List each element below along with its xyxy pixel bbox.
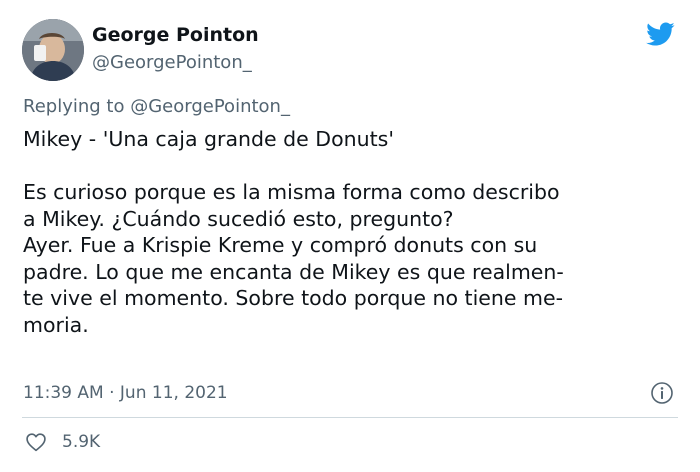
tweet-text-line: te vive el momento. Sobre todo porque no…	[23, 286, 563, 310]
tweet-text-line: Mikey - 'Una caja grande de Donuts'	[23, 127, 394, 151]
info-icon[interactable]	[650, 381, 674, 405]
avatar[interactable]	[22, 19, 84, 81]
tweet-text-line: Es curioso porque es la misma forma como…	[23, 180, 560, 204]
tweet-date: Jun 11, 2021	[119, 383, 228, 403]
like-count: 5.9K	[62, 432, 101, 452]
tweet-timestamp[interactable]: 11:39 AM · Jun 11, 2021	[23, 383, 228, 403]
replying-to: Replying to @GeorgePointon_	[23, 96, 290, 117]
tweet-time: 11:39 AM	[23, 383, 104, 403]
tweet-text-line: moria.	[23, 312, 89, 337]
like-button[interactable]: 5.9K	[25, 429, 100, 455]
author-name[interactable]: George Pointon	[92, 24, 259, 46]
tweet-card: George Pointon @GeorgePointon_ Replying …	[0, 0, 700, 472]
avatar-photo	[22, 19, 84, 81]
tweet-text-line: padre. Lo que me encanta de Mikey es que…	[23, 259, 564, 284]
tweet-text: Mikey - 'Una caja grande de Donuts' Es c…	[23, 126, 683, 338]
heart-icon	[26, 433, 46, 452]
tweet-text-line: Ayer. Fue a Krispie Kreme y compró donut…	[23, 233, 538, 257]
tweet-text-line: a Mikey. ¿Cuándo sucedió esto, pregunto?	[23, 206, 454, 231]
author-handle[interactable]: @GeorgePointon_	[92, 52, 252, 73]
replying-to-handle[interactable]: @GeorgePointon_	[130, 96, 290, 117]
replying-to-label: Replying to	[23, 96, 125, 117]
meta-separator: ·	[109, 383, 115, 403]
divider	[22, 417, 678, 418]
twitter-bird-icon[interactable]	[643, 19, 677, 49]
